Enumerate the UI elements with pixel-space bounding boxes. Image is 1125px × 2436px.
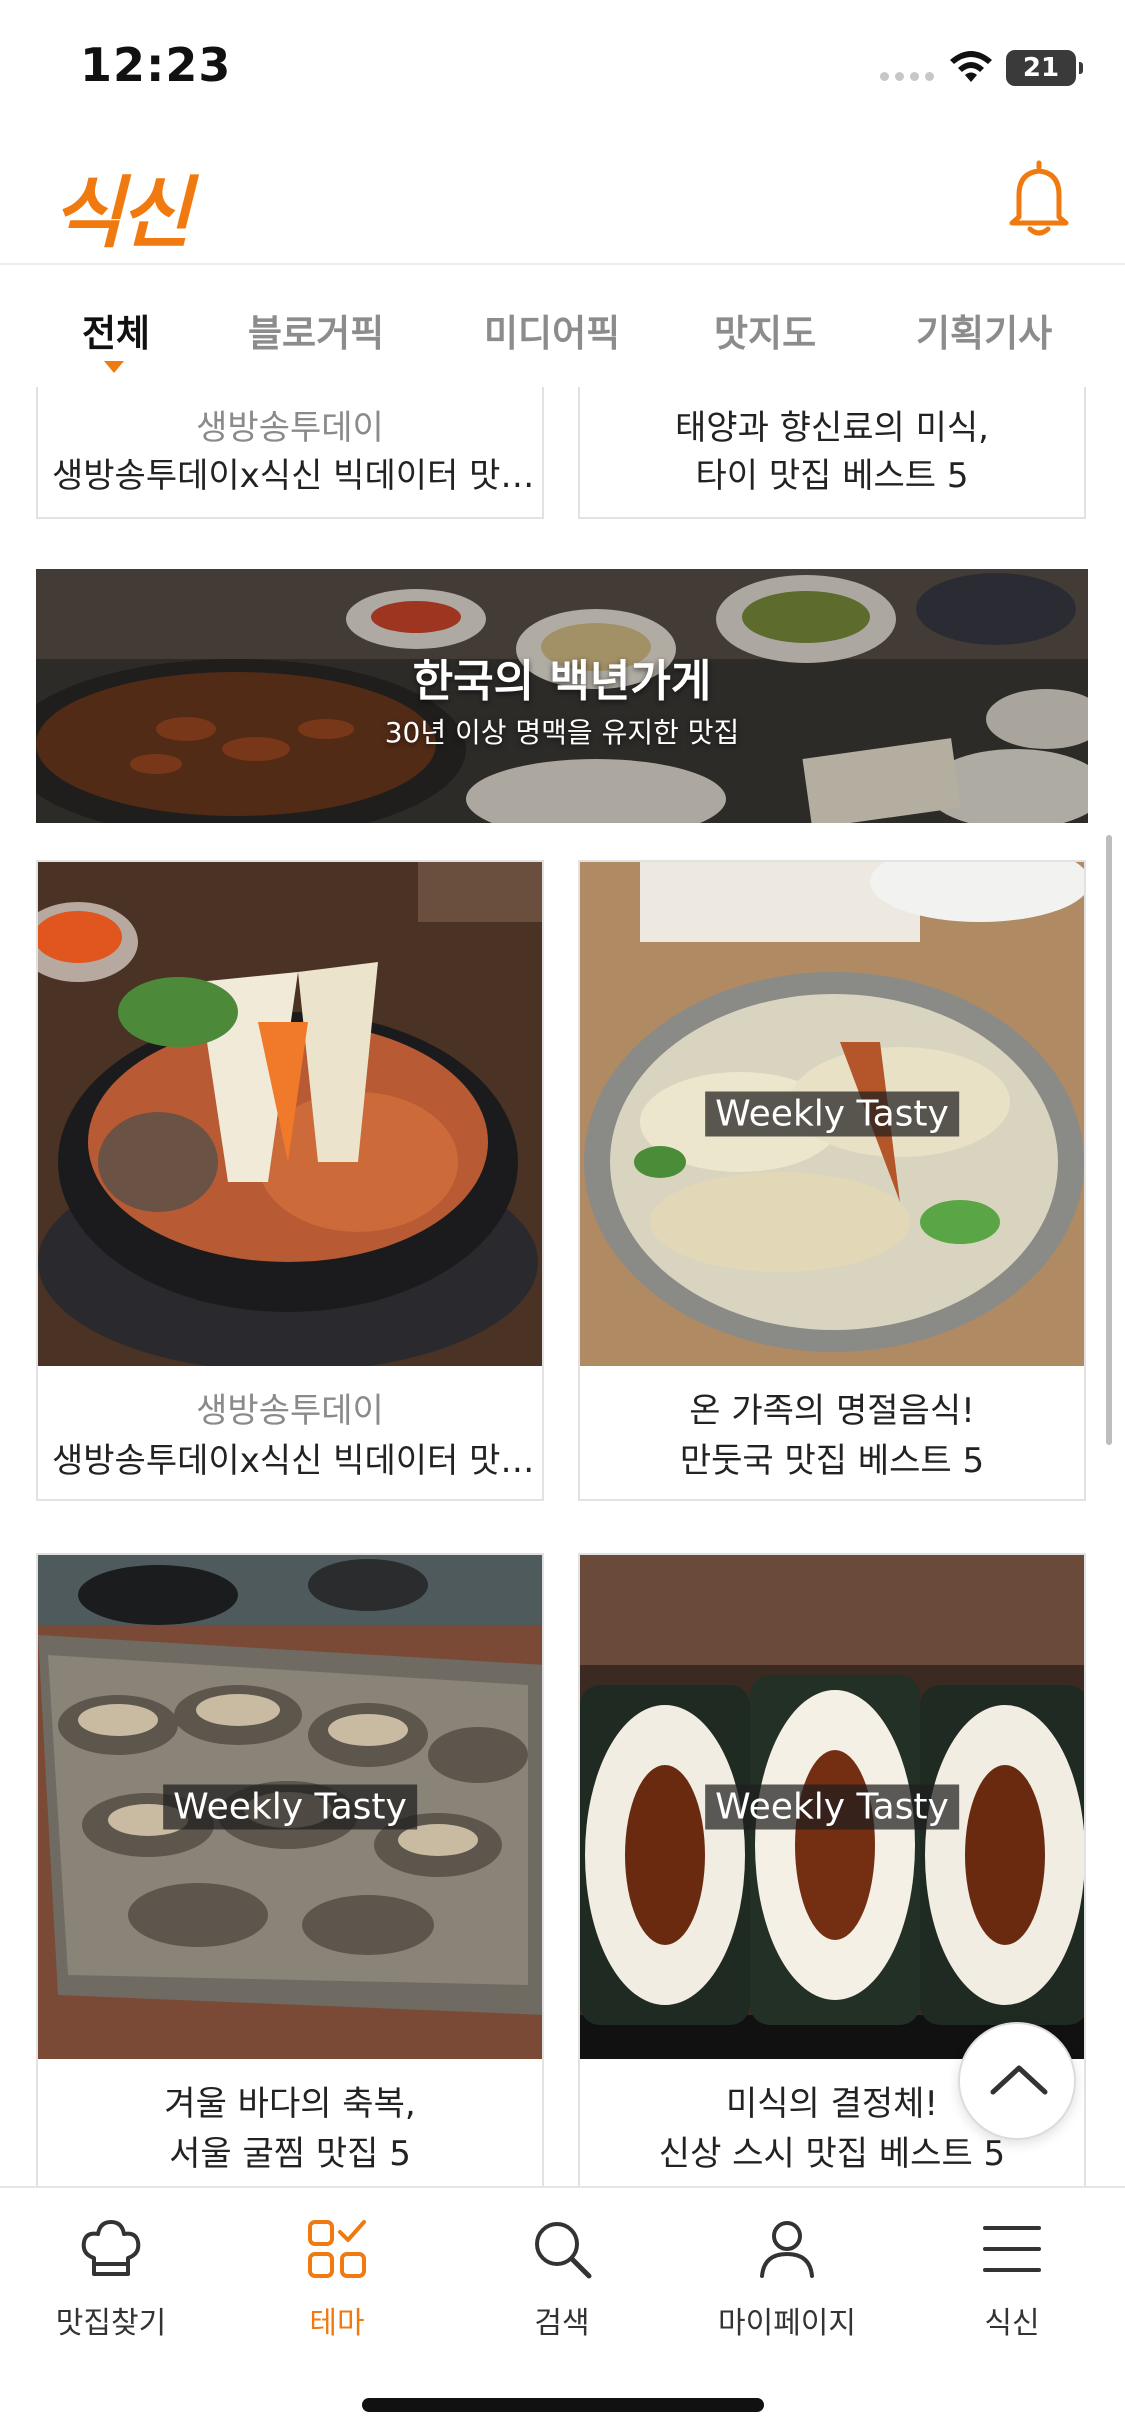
weekly-tasty-badge: Weekly Tasty xyxy=(705,1091,959,1137)
banner-title: 한국의 백년가게 xyxy=(412,656,712,707)
wifi-icon xyxy=(950,51,992,82)
card-title-line1: 겨울 바다의 축복, xyxy=(164,2084,416,2124)
nav-theme[interactable]: 테마 xyxy=(257,2214,417,2342)
theme-card[interactable]: Weekly Tasty 온 가족의 명절음식! 만둣국 맛집 베스트 5 xyxy=(578,860,1086,1501)
weekly-tasty-badge: Weekly Tasty xyxy=(163,1784,417,1830)
home-indicator[interactable] xyxy=(362,2398,764,2412)
bell-icon[interactable] xyxy=(1004,159,1074,239)
theme-card[interactable]: Weekly Tasty 겨울 바다의 축복, 서울 굴찜 맛집 5 xyxy=(36,1553,544,2187)
nav-label: 마이페이지 xyxy=(718,2306,856,2341)
chef-hat-icon xyxy=(81,2220,141,2276)
card-title: 생방송투데이x식신 빅데이터 맛… xyxy=(52,456,535,496)
nav-find-restaurant[interactable]: 맛집찾기 xyxy=(31,2214,191,2342)
menu-icon xyxy=(983,2226,1041,2272)
search-icon xyxy=(535,2222,592,2279)
battery-icon: 21 xyxy=(1006,50,1083,86)
tab-map[interactable]: 맛지도 xyxy=(714,303,816,357)
chevron-up-icon xyxy=(990,2065,1048,2095)
status-bar: 12:23 21 xyxy=(0,0,1125,135)
category-tabs: 전체 블로거픽 미디어픽 맛지도 기획기사 xyxy=(0,267,1125,387)
century-store-banner[interactable]: 한국의 백년가게 30년 이상 명맥을 유지한 맛집 xyxy=(36,569,1088,823)
tab-feature-article[interactable]: 기획기사 xyxy=(916,303,1052,357)
active-tab-indicator xyxy=(104,361,124,373)
weekly-tasty-badge: Weekly Tasty xyxy=(705,1784,959,1830)
card-top-right[interactable]: 태양과 향신료의 미식, 타이 맛집 베스트 5 xyxy=(578,387,1086,519)
card-title-line1: 태양과 향신료의 미식, xyxy=(675,408,989,448)
scroll-to-top-button[interactable] xyxy=(958,2022,1076,2140)
card-subtitle: 생방송투데이 xyxy=(196,408,384,448)
card-title: 생방송투데이x식신 빅데이터 맛… xyxy=(52,1441,535,1481)
nav-label: 맛집찾기 xyxy=(55,2306,167,2341)
nav-label: 테마 xyxy=(309,2306,365,2341)
nav-label: 식신 xyxy=(984,2306,1040,2341)
card-title-line2: 서울 굴찜 맛집 5 xyxy=(169,2134,411,2174)
nav-search[interactable]: 검색 xyxy=(482,2214,642,2342)
card-image xyxy=(38,862,542,1366)
status-time: 12:23 xyxy=(80,38,232,92)
theme-feed: 생방송투데이 생방송투데이x식신 빅데이터 맛… 태양과 향신료의 미식, 타이… xyxy=(0,387,1125,2187)
nav-siksin-menu[interactable]: 식신 xyxy=(932,2214,1092,2342)
tab-all[interactable]: 전체 xyxy=(82,303,150,357)
person-icon xyxy=(760,2221,814,2278)
signal-dots-icon xyxy=(880,72,934,81)
card-title-line2: 타이 맛집 베스트 5 xyxy=(695,456,969,496)
app-logo[interactable]: 식신 xyxy=(52,151,192,263)
nav-my-page[interactable]: 마이페이지 xyxy=(707,2214,867,2342)
tab-media-pick[interactable]: 미디어픽 xyxy=(484,303,620,357)
theme-card[interactable]: 생방송투데이 생방송투데이x식신 빅데이터 맛… xyxy=(36,860,544,1501)
nav-label: 검색 xyxy=(534,2306,590,2341)
tab-blogger-pick[interactable]: 블로거픽 xyxy=(248,303,384,357)
theme-grid-icon xyxy=(308,2220,366,2278)
banner-subtitle: 30년 이상 명맥을 유지한 맛집 xyxy=(384,716,740,749)
card-title-line2: 만둣국 맛집 베스트 5 xyxy=(679,1441,985,1481)
card-top-left[interactable]: 생방송투데이 생방송투데이x식신 빅데이터 맛… xyxy=(36,387,544,519)
card-title-line1: 온 가족의 명절음식! xyxy=(689,1391,975,1431)
scrollbar[interactable] xyxy=(1106,835,1112,1445)
app-header: 식신 xyxy=(0,135,1125,265)
card-subtitle: 생방송투데이 xyxy=(196,1391,384,1431)
